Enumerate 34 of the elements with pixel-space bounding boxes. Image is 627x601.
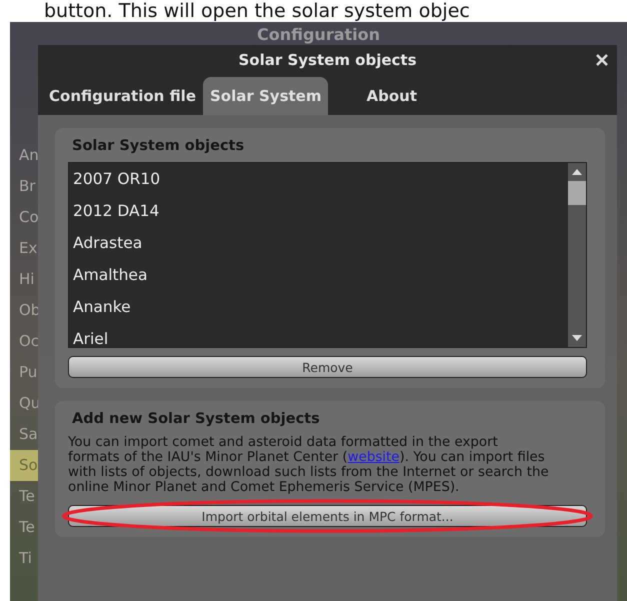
tab[interactable]: Solar System xyxy=(203,77,328,115)
sidebar-item[interactable]: An xyxy=(10,140,38,171)
list-item[interactable]: Ananke xyxy=(73,295,564,327)
list-item[interactable]: 2012 DA14 xyxy=(73,199,564,231)
sidebar-item[interactable]: Co xyxy=(10,202,38,233)
group-title: Add new Solar System objects xyxy=(72,411,321,427)
dialog-title: Solar System objects xyxy=(238,51,417,69)
caption-text: button. This will open the solar system objec xyxy=(43,0,471,22)
list-item[interactable]: 2007 OR10 xyxy=(73,167,564,199)
sidebar-item[interactable]: So xyxy=(10,450,38,481)
description-text: You can import comet and asteroid data formatted in the export formats of the IAU's Minor Planet Center (website). You can import files with lists of objects, download such lists from the Internet or search the online Minor Planet and Comet Ephemeris Service (MPES). xyxy=(68,435,550,495)
sidebar-item[interactable]: Sa xyxy=(10,419,38,450)
scrollbar[interactable] xyxy=(568,163,586,347)
tab[interactable]: About xyxy=(328,87,424,115)
sidebar-item[interactable]: Pu xyxy=(10,357,38,388)
list-item[interactable]: Ariel xyxy=(73,327,564,347)
group-title: Solar System objects xyxy=(72,138,246,154)
sidebar-item[interactable]: Oc xyxy=(10,326,38,357)
remove-button[interactable]: Remove xyxy=(68,356,587,378)
sidebar-item[interactable]: Br xyxy=(10,171,38,202)
list-item[interactable]: Adrastea xyxy=(73,231,564,263)
down-arrow-icon[interactable] xyxy=(572,335,582,341)
window-title: Configuration xyxy=(256,24,382,44)
sidebar-item[interactable]: Te xyxy=(10,481,38,512)
sidebar-item[interactable]: Ex xyxy=(10,233,38,264)
sidebar-item[interactable]: Ti xyxy=(10,543,38,574)
up-arrow-icon[interactable] xyxy=(572,169,582,175)
tab[interactable]: Configuration file xyxy=(42,87,203,115)
scroll-thumb[interactable] xyxy=(568,181,586,205)
sidebar-item[interactable]: Te xyxy=(10,512,38,543)
sidebar-item[interactable]: Hi xyxy=(10,264,38,295)
close-icon[interactable] xyxy=(595,53,609,67)
list-item[interactable]: Amalthea xyxy=(73,263,564,295)
import-button[interactable]: Import orbital elements in MPC format... xyxy=(68,505,587,527)
